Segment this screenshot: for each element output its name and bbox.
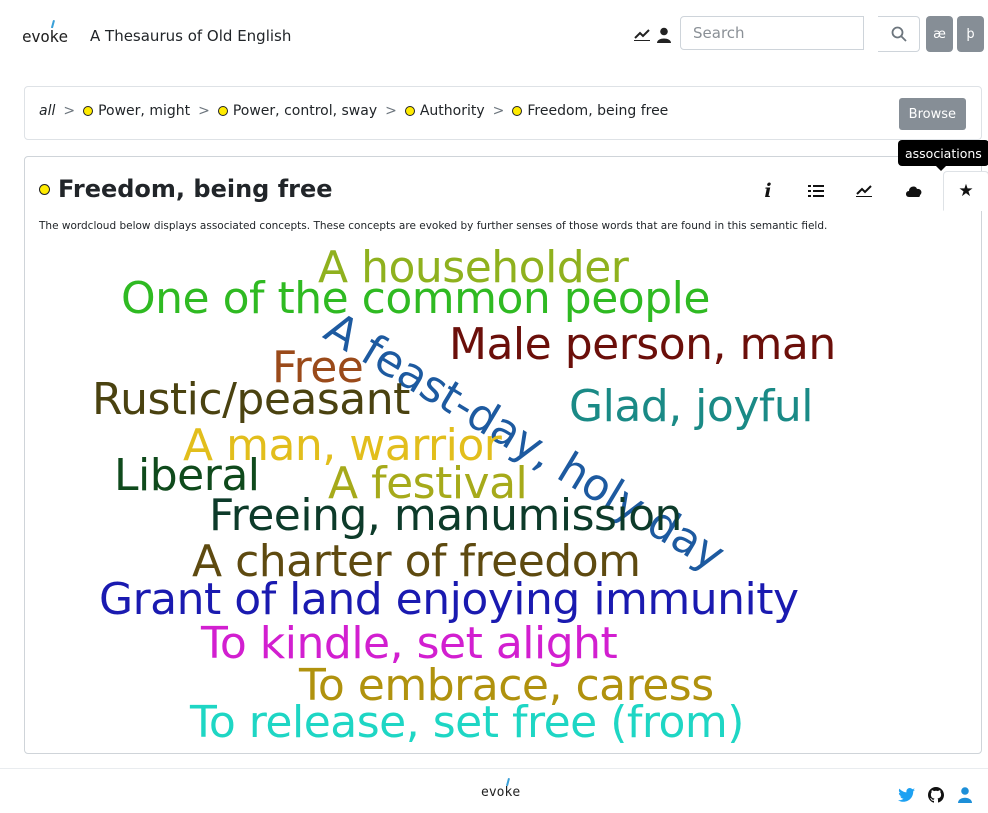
star-icon: ★ [958,181,974,201]
app-title[interactable]: A Thesaurus of Old English [90,27,291,45]
search-input[interactable] [680,16,864,50]
cloud-icon [906,186,922,197]
tab-associations[interactable]: ★ [943,171,988,211]
tab-timeline[interactable] [841,171,887,211]
evoke-logo[interactable]: evok e [22,19,68,46]
page-title-text: Freedom, being free [58,175,333,203]
twitter-icon[interactable] [898,787,916,805]
chart-line-icon[interactable] [632,25,652,45]
breadcrumb-root[interactable]: all [39,103,55,119]
category-dot-icon [512,106,523,116]
search-icon [891,26,907,42]
breadcrumb-separator: > [385,103,397,119]
info-icon: i [764,180,772,202]
breadcrumb-item-power-might[interactable]: Power, might [98,103,190,119]
category-dot-icon [404,106,415,116]
user-icon[interactable] [654,25,674,45]
breadcrumb-separator: > [63,103,76,119]
user-icon[interactable] [958,787,976,805]
insert-ae-button[interactable]: æ [926,16,953,52]
tab-list[interactable] [793,171,839,211]
tab-wordcloud[interactable] [891,171,937,211]
search-button[interactable] [878,16,920,52]
breadcrumb-separator: > [492,103,505,119]
github-icon[interactable] [928,787,946,805]
tab-info[interactable]: i [745,171,791,211]
breadcrumb-item-authority[interactable]: Authority [420,103,485,119]
associations-tooltip: associations [898,140,988,171]
category-dot-icon [39,183,50,195]
insert-thorn-button[interactable]: þ [957,16,984,52]
footer-logo[interactable]: evok e [481,777,520,800]
wordcloud-description: The wordcloud below displays associated … [39,220,828,232]
footer: evok e [0,768,988,813]
chart-line-icon [856,185,872,197]
category-dot-icon [83,106,94,116]
list-icon [808,185,824,197]
category-dot-icon [217,106,228,116]
breadcrumb: all > Power, might > Power, control, swa… [24,86,982,140]
breadcrumb-item-freedom[interactable]: Freedom, being free [527,103,668,119]
top-navbar: evoke A Thesaurus of Old English æ þ [0,0,988,70]
page-title: Freedom, being free [39,175,333,203]
semantic-field-card: Freedom, being free The wordcloud below … [24,156,988,754]
breadcrumb-item-power-control[interactable]: Power, control, sway [233,103,377,119]
breadcrumb-separator: > [198,103,210,119]
browse-button[interactable]: Browse [898,98,966,130]
